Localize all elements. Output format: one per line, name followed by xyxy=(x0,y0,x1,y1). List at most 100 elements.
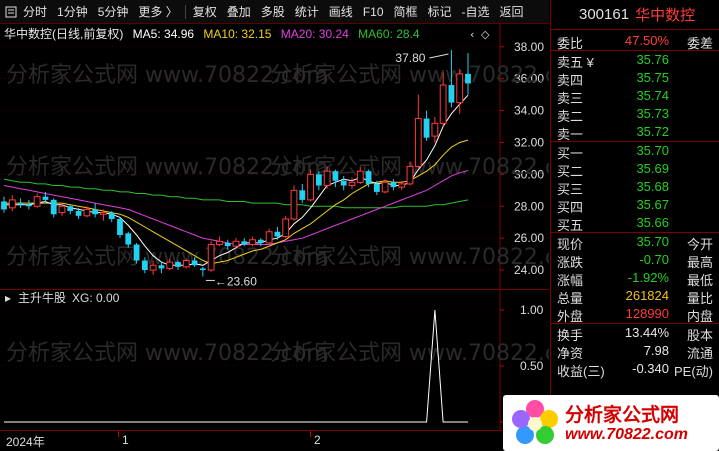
candle-body xyxy=(356,170,364,183)
candle-body xyxy=(207,244,215,271)
candle-body xyxy=(290,189,298,220)
stats2-row[interactable]: 净资 7.98 流通 xyxy=(551,342,719,361)
candle-body xyxy=(241,241,248,245)
stats-row[interactable]: 总量 261824 量比 xyxy=(551,287,719,306)
candle-body xyxy=(348,181,356,187)
ask-price: 35.73 xyxy=(636,106,669,121)
mark-button[interactable]: 标记 xyxy=(423,0,457,24)
bids-row[interactable]: 买一 35.70 xyxy=(551,142,719,161)
statistics-button[interactable]: 统计 xyxy=(290,0,324,24)
candle-body xyxy=(465,73,471,84)
candle-body xyxy=(141,260,148,271)
stock-header: 300161 华中数控 xyxy=(551,0,719,30)
candle-body xyxy=(307,173,314,201)
asks-row[interactable]: 卖三 35.74 xyxy=(551,87,719,106)
tab-more[interactable]: 更多 〉 xyxy=(133,0,182,24)
candle-body xyxy=(108,212,115,220)
bid-label: 买五 xyxy=(557,218,584,233)
bids-row[interactable]: 买三 35.68 xyxy=(551,178,719,197)
bids-row[interactable]: 买二 35.69 xyxy=(551,160,719,179)
candle-body xyxy=(166,261,174,269)
overlay-button[interactable]: 叠加 xyxy=(222,0,256,24)
candle-body xyxy=(332,171,339,181)
stock-name[interactable]: 华中数控 xyxy=(635,4,695,25)
bids-row[interactable]: 买四 35.67 xyxy=(551,196,719,215)
ma10-label: MA10: 32.15 xyxy=(203,27,272,41)
stats-row[interactable]: 涨幅 -1.92% 最低 xyxy=(551,269,719,288)
stat-label: 外盘 xyxy=(557,309,584,324)
ma-legend: 华中数控(日线,前复权) MA5: 34.96 MA10: 32.15 MA20… xyxy=(0,25,500,41)
ma5-label: MA5: 34.96 xyxy=(132,27,195,41)
multi-stock-button[interactable]: 多股 xyxy=(256,0,290,24)
remove-watchlist-button[interactable]: -自选 xyxy=(457,0,495,24)
stats-row[interactable]: 外盘 128990 内盘 xyxy=(551,305,719,324)
weibi-row: 委比 47.50% 委差 xyxy=(551,32,719,51)
stat-label: 收益(三) xyxy=(557,364,605,379)
candle-body xyxy=(17,203,24,205)
stat-value: 13.44% xyxy=(624,325,669,340)
tab-5min[interactable]: 5分钟 xyxy=(93,0,134,24)
price-tick-label: 32.00 xyxy=(514,135,544,149)
tab-1min[interactable]: 1分钟 xyxy=(52,0,93,24)
stats2-row[interactable]: 收益(三) -0.340 PE(动) xyxy=(551,360,719,379)
candle-body xyxy=(282,218,290,238)
candle-body xyxy=(323,170,331,187)
stats-row[interactable]: 现价 35.70 今开 xyxy=(551,233,719,252)
candle xyxy=(207,241,215,272)
date-tick xyxy=(310,431,311,437)
candle-body xyxy=(67,206,74,212)
candle-body xyxy=(315,174,322,186)
bids-row[interactable]: 买五 35.66 xyxy=(551,214,719,233)
ask-list: 卖五 ¥35.76 卖四 35.75 卖三 35.74 卖二 35.73 卖一 35.72 xyxy=(551,51,719,142)
candle-body xyxy=(390,182,397,188)
simple-frame-button[interactable]: 简框 xyxy=(389,0,423,24)
toolbar-divider xyxy=(184,4,186,19)
logo-url: www.70822.com xyxy=(565,426,689,443)
date-axis: 2024年 1 2 xyxy=(0,430,549,451)
candle-body xyxy=(216,240,223,246)
price-tick-label: 38.00 xyxy=(514,40,544,54)
candle-body xyxy=(133,244,140,261)
candle-body xyxy=(340,180,347,186)
candle-body xyxy=(274,231,281,237)
candle-body xyxy=(456,73,464,104)
indicator-chart[interactable]: 1.000.500.00 分析家公式网 www.70822.com分析家公式网 … xyxy=(0,290,549,430)
back-button[interactable]: 返回 xyxy=(495,0,529,24)
quote-panel: 300161 华中数控 委比 47.50% 委差 卖五 ¥35.76 卖四 35.7… xyxy=(550,0,719,451)
fuquan-button[interactable]: 复权 xyxy=(188,0,222,24)
bid-price: 35.70 xyxy=(636,143,669,158)
draw-line-button[interactable]: 画线 xyxy=(324,0,358,24)
asks-row[interactable]: 卖四 35.75 xyxy=(551,69,719,88)
logo-title: 分析家公式网 xyxy=(565,405,680,426)
watermark-text: 分析家公式网 www.70822.com xyxy=(270,341,549,366)
tab-fenshi[interactable]: 分时 xyxy=(18,0,52,24)
watermark-text: 分析家公式网 www.70822.com xyxy=(270,245,549,270)
indicator-menu-icon[interactable]: ▸ xyxy=(5,291,11,305)
candle-body xyxy=(182,259,190,268)
candle-body xyxy=(448,85,455,103)
stat-value: 7.98 xyxy=(643,343,669,358)
price-tick-label: 28.00 xyxy=(514,199,544,213)
candle xyxy=(282,215,290,239)
candle-body xyxy=(431,122,439,137)
menu-icon[interactable] xyxy=(4,5,18,19)
flower-logo-icon xyxy=(512,400,558,444)
candle-body xyxy=(117,219,123,235)
asks-row[interactable]: 卖五 ¥35.76 xyxy=(551,51,719,70)
weicha-label: 委差 xyxy=(686,36,713,51)
stock-code: 300161 xyxy=(579,6,630,23)
asks-row[interactable]: 卖二 35.73 xyxy=(551,105,719,124)
stat-value: 128990 xyxy=(625,306,669,321)
ask-price: 35.76 xyxy=(636,52,669,67)
date-label-jan: 1 xyxy=(122,433,129,447)
f10-button[interactable]: F10 xyxy=(358,0,389,24)
asks-row[interactable]: 卖一 35.72 xyxy=(551,123,719,142)
kline-chart[interactable]: 38.0036.0034.0032.0030.0028.0026.0024.00… xyxy=(0,24,549,290)
candle-body xyxy=(423,118,430,138)
stats-row[interactable]: 涨跌 -0.70 最高 xyxy=(551,251,719,270)
stats2-row[interactable]: 换手 13.44% 股本 xyxy=(551,324,719,343)
date-label-year: 2024年 xyxy=(6,435,45,449)
candle-body xyxy=(125,233,132,245)
indicator-name: 主升牛股 xyxy=(18,290,66,305)
candle-body xyxy=(42,196,49,200)
